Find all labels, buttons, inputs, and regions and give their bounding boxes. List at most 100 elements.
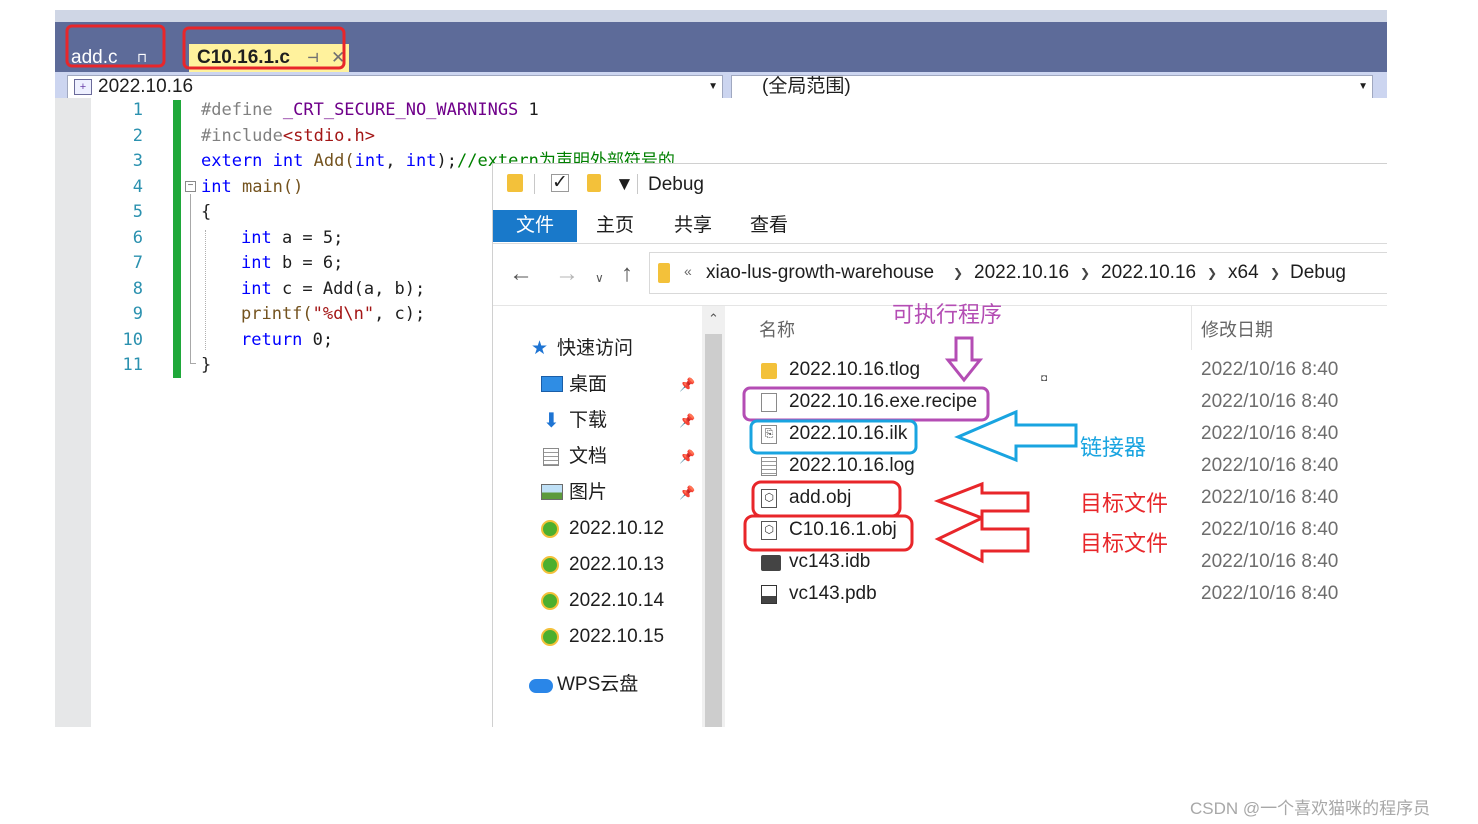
code-token: int xyxy=(241,278,272,299)
code-line: #include<stdio.h> xyxy=(201,124,1381,150)
file-name: add.obj xyxy=(789,487,852,508)
file-row[interactable]: ⬡ add.obj 2022/10/16 8:40 xyxy=(727,482,1387,514)
nav-scrollbar[interactable]: ⌃ xyxy=(702,306,725,727)
pin-icon[interactable]: ⊣ xyxy=(307,44,319,72)
nav-item-pictures[interactable]: 图片 📌 xyxy=(493,476,702,510)
breadcrumb-item[interactable]: x64 xyxy=(1228,262,1259,284)
tab-c10161-c[interactable]: C10.16.1.c ⊣ ✕ xyxy=(189,44,349,72)
file-row[interactable]: vc143.pdb 2022/10/16 8:40 xyxy=(727,578,1387,610)
file-date: 2022/10/16 8:40 xyxy=(1201,583,1339,604)
file-name: vc143.idb xyxy=(789,551,871,572)
file-date: 2022/10/16 8:40 xyxy=(1201,551,1339,572)
pin-icon[interactable]: ⊓ xyxy=(137,44,147,72)
scope-dropdown-value: (全局范围) xyxy=(762,76,851,97)
breadcrumb-item[interactable]: 2022.10.16 xyxy=(1101,262,1196,284)
chevron-right-icon[interactable]: ❯ xyxy=(1270,266,1280,280)
nav-item-folder[interactable]: 2022.10.15 xyxy=(493,620,702,654)
nav-item-label: 图片 xyxy=(569,482,608,503)
breadcrumb-item[interactable]: Debug xyxy=(1290,262,1346,284)
file-row[interactable]: ⎘ 2022.10.16.ilk 2022/10/16 8:40 xyxy=(727,418,1387,450)
line-number: 8 xyxy=(132,278,143,299)
file-date: 2022/10/16 8:40 xyxy=(1201,359,1339,380)
scrollbar-thumb[interactable] xyxy=(705,334,722,727)
file-row[interactable]: 2022.10.16.log 2022/10/16 8:40 xyxy=(727,450,1387,482)
pin-icon[interactable]: 📌 xyxy=(679,404,695,438)
back-arrow-icon[interactable]: ← xyxy=(509,262,533,286)
forward-arrow-icon[interactable]: → xyxy=(555,262,579,286)
address-bar[interactable]: « xiao-lus-growth-warehouse ❯ 2022.10.16… xyxy=(649,252,1387,294)
document-icon xyxy=(543,448,559,466)
file-name: 2022.10.16.exe.recipe xyxy=(789,391,978,412)
close-icon[interactable]: ✕ xyxy=(331,44,345,72)
editor-tab-bar: add.c ⊓ C10.16.1.c ⊣ ✕ xyxy=(55,22,1387,72)
file-date: 2022/10/16 8:40 xyxy=(1201,519,1339,540)
code-token: #include xyxy=(201,125,283,146)
chevron-right-icon[interactable]: ❯ xyxy=(953,266,963,280)
pin-icon[interactable]: 📌 xyxy=(679,368,695,402)
file-row[interactable]: 2022.10.16.exe.recipe 2022/10/16 8:40 xyxy=(727,386,1387,418)
file-row[interactable]: ⬡ C10.16.1.obj 2022/10/16 8:40 xyxy=(727,514,1387,546)
divider xyxy=(534,174,535,194)
column-divider[interactable] xyxy=(1191,306,1192,350)
tab-file[interactable]: 文件 xyxy=(493,210,577,242)
column-header-date[interactable]: 修改日期 xyxy=(1201,316,1273,342)
tab-home[interactable]: 主页 xyxy=(585,210,645,242)
scope-dropdown[interactable]: (全局范围) ▼ xyxy=(731,75,1373,99)
file-name: C10.16.1.obj xyxy=(789,519,897,540)
file-row[interactable]: vc143.idb 2022/10/16 8:40 xyxy=(727,546,1387,578)
code-token: { xyxy=(201,202,212,222)
nav-item-desktop[interactable]: 桌面 📌 xyxy=(493,368,702,402)
tab-add-c[interactable]: add.c ⊓ xyxy=(63,44,155,72)
project-dropdown[interactable]: + 2022.10.16 ▼ xyxy=(67,75,723,99)
file-name: 2022.10.16.ilk xyxy=(789,423,908,444)
breadcrumb-item[interactable]: 2022.10.16 xyxy=(974,262,1069,284)
tab-view[interactable]: 查看 xyxy=(739,210,799,242)
chevron-down-icon[interactable]: ∨ xyxy=(595,266,604,290)
code-token: 1 xyxy=(518,100,539,120)
line-number: 1 xyxy=(132,100,143,120)
nav-item-downloads[interactable]: ⬇ 下载 📌 xyxy=(493,404,702,438)
chevron-right-icon[interactable]: ❯ xyxy=(1080,266,1090,280)
chevron-down-icon[interactable]: ▼ xyxy=(1358,76,1368,98)
new-folder-icon[interactable] xyxy=(587,174,601,192)
folder-icon xyxy=(507,174,523,192)
line-numbers: 1 2 3 4 5 6 7 8 9 10 11 xyxy=(91,98,143,379)
explorer-title-bar: ✓ ▼ Debug xyxy=(493,164,1387,210)
nav-item-folder[interactable]: 2022.10.14 xyxy=(493,584,702,618)
fold-guide xyxy=(190,194,191,364)
change-tracking-bar xyxy=(173,100,181,378)
breadcrumb-item[interactable]: xiao-lus-growth-warehouse xyxy=(706,262,934,284)
nav-item-folder[interactable]: 2022.10.13 xyxy=(493,548,702,582)
annotation-label-executable: 可执行程序 xyxy=(892,303,1003,328)
nav-item-label: 2022.10.12 xyxy=(569,518,665,539)
overflow-chevron-icon[interactable]: « xyxy=(684,263,692,279)
nav-item-folder[interactable]: 2022.10.12 xyxy=(493,512,702,546)
chevron-right-icon[interactable]: ❯ xyxy=(1207,266,1217,280)
navigation-pane: ★ 快速访问 桌面 📌 ⬇ 下载 📌 文档 📌 图片 📌 2022.10.12 xyxy=(493,306,725,727)
file-row[interactable]: 2022.10.16.tlog 2022/10/16 8:40 xyxy=(727,354,1387,386)
code-token: , xyxy=(385,151,406,171)
line-number: 10 xyxy=(122,329,143,350)
file-name: 2022.10.16.log xyxy=(789,455,915,476)
ribbon-tabs: 文件 主页 共享 查看 xyxy=(493,210,1387,244)
code-token: , c); xyxy=(374,304,426,324)
pin-icon[interactable]: 📌 xyxy=(679,476,695,510)
tab-share[interactable]: 共享 xyxy=(663,210,723,242)
nav-item-wps-cloud[interactable]: WPS云盘 xyxy=(493,668,702,702)
pin-icon[interactable]: 📌 xyxy=(679,440,695,474)
annotation-label-linker: 链接器 xyxy=(1080,436,1147,461)
nav-item-quick-access[interactable]: ★ 快速访问 xyxy=(493,332,702,366)
chevron-down-icon[interactable]: ▼ xyxy=(708,76,718,98)
scroll-up-icon[interactable]: ⌃ xyxy=(702,308,725,330)
up-arrow-icon[interactable]: ↑ xyxy=(621,262,633,286)
chevron-down-icon[interactable]: ▼ xyxy=(615,174,634,196)
code-token: _CRT_SECURE_NO_WARNINGS xyxy=(272,100,519,120)
collapse-icon[interactable]: − xyxy=(185,181,196,192)
pdb-file-icon xyxy=(761,585,777,604)
annotation-label-object-file: 目标文件 xyxy=(1080,532,1169,557)
column-header-name[interactable]: 名称 xyxy=(759,316,795,342)
nav-item-documents[interactable]: 文档 📌 xyxy=(493,440,702,474)
code-token: return xyxy=(241,329,303,350)
folder-icon xyxy=(761,363,777,379)
properties-icon[interactable]: ✓ xyxy=(551,173,569,192)
